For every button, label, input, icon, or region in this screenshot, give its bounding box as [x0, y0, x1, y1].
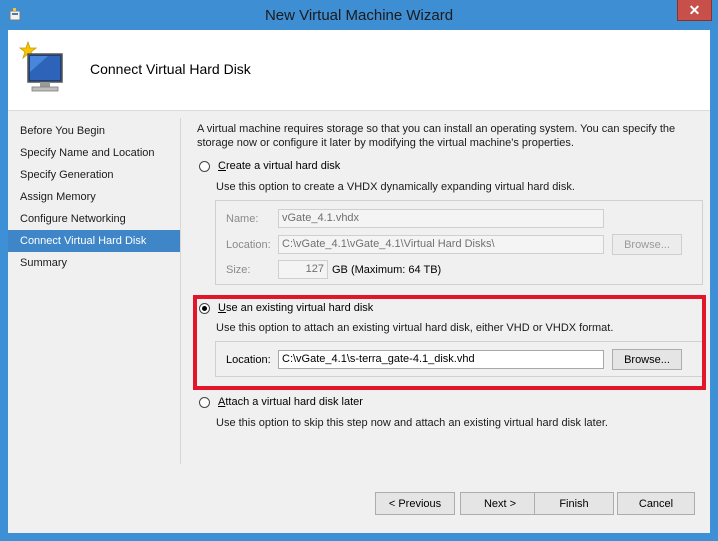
next-button[interactable]: Next > — [460, 492, 540, 515]
create-disk-description: Use this option to create a VHDX dynamic… — [216, 181, 575, 193]
create-disk-label: Create a virtual hard disk — [218, 160, 341, 172]
close-icon: ✕ — [688, 1, 701, 18]
cancel-button[interactable]: Cancel — [617, 492, 695, 515]
size-unit-label: GB (Maximum: 64 TB) — [332, 264, 442, 276]
intro-text: A virtual machine requires storage so th… — [197, 123, 676, 149]
nav-item-summary[interactable]: Summary — [8, 252, 180, 274]
nav-item-specify-generation[interactable]: Specify Generation — [8, 164, 180, 186]
create-browse-button[interactable]: Browse... — [612, 234, 682, 255]
create-location-label: Location: — [226, 239, 271, 251]
window-title: New Virtual Machine Wizard — [264, 7, 454, 24]
size-label: Size: — [226, 264, 251, 276]
create-location-field[interactable]: C:\vGate_4.1\vGate_4.1\Virtual Hard Disk… — [278, 235, 604, 254]
nav-item-assign-memory[interactable]: Assign Memory — [8, 186, 180, 208]
main-content: A virtual machine requires storage so th… — [197, 122, 705, 429]
title-bar[interactable]: New Virtual Machine Wizard ✕ — [0, 0, 718, 30]
wizard-steps-nav: Before You Begin Specify Name and Locati… — [8, 120, 180, 274]
create-disk-radio[interactable] — [199, 160, 210, 172]
previous-button[interactable]: < Previous — [375, 492, 455, 515]
page-title: Connect Virtual Hard Disk — [90, 61, 251, 77]
nav-item-specify-name-location[interactable]: Specify Name and Location — [8, 142, 180, 164]
create-disk-option[interactable]: Create a virtual hard disk — [199, 160, 340, 172]
name-label: Name: — [226, 213, 259, 225]
nav-item-configure-networking[interactable]: Configure Networking — [8, 208, 180, 230]
finish-button[interactable]: Finish — [534, 492, 614, 515]
close-button[interactable]: ✕ — [677, 0, 712, 21]
size-field[interactable]: 127 — [278, 260, 328, 279]
wizard-header: Connect Virtual Hard Disk — [8, 30, 710, 111]
nav-item-connect-virtual-hard-disk[interactable]: Connect Virtual Hard Disk — [8, 230, 180, 252]
attach-later-radio[interactable] — [199, 396, 210, 408]
wizard-body: Connect Virtual Hard Disk Before You Beg… — [8, 30, 710, 533]
attach-later-option[interactable]: Attach a virtual hard disk later — [199, 396, 363, 408]
new-vm-wizard-icon — [18, 40, 63, 92]
annotation-highlight-box — [193, 295, 706, 390]
create-disk-group: Name: vGate_4.1.vhdx Location: C:\vGate_… — [215, 200, 703, 285]
attach-later-description: Use this option to skip this step now an… — [216, 417, 608, 429]
attach-later-label: Attach a virtual hard disk later — [218, 396, 363, 408]
wizard-window: New Virtual Machine Wizard ✕ Connect Vir… — [0, 0, 718, 541]
nav-divider — [180, 118, 181, 464]
name-field[interactable]: vGate_4.1.vhdx — [278, 209, 604, 228]
nav-item-before-you-begin[interactable]: Before You Begin — [8, 120, 180, 142]
